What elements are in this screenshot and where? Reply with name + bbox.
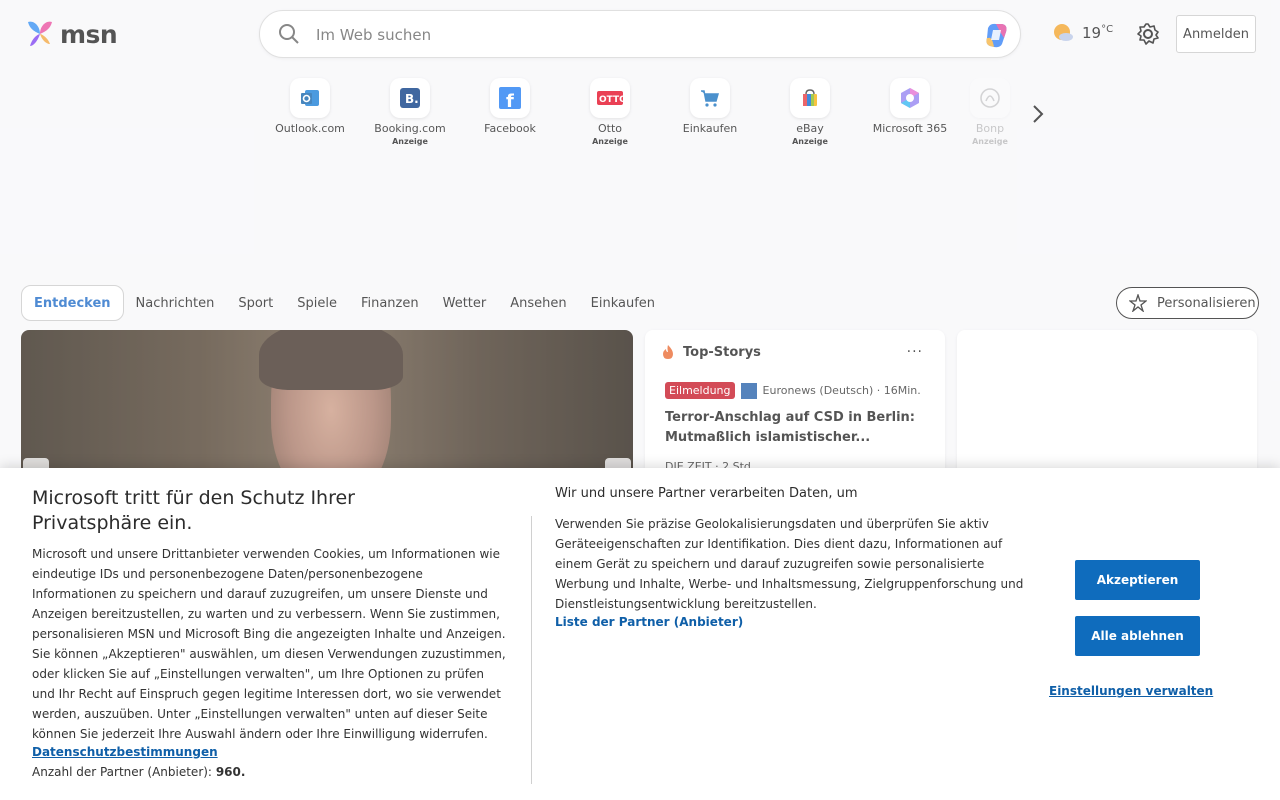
partners-list-link[interactable]: Liste der Partner (Anbieter) <box>555 615 743 629</box>
accept-button[interactable]: Akzeptieren <box>1075 560 1200 600</box>
partner-count: Anzahl der Partner (Anbieter): 960. <box>32 765 246 779</box>
consent-body: Microsoft und unsere Drittanbieter verwe… <box>32 547 506 741</box>
cookie-consent-banner: Microsoft tritt für den Schutz Ihrer Pri… <box>0 468 1280 800</box>
privacy-statement-link[interactable]: Datenschutzbestimmungen <box>32 745 218 759</box>
consent-purpose: Verwenden Sie präzise Geolokalisierungsd… <box>555 517 1024 611</box>
consent-title: Microsoft tritt für den Schutz Ihrer Pri… <box>32 487 355 534</box>
page-dim-overlay <box>0 0 1280 468</box>
reject-all-button[interactable]: Alle ablehnen <box>1075 616 1200 656</box>
consent-subtitle: Wir und unsere Partner verarbeiten Daten… <box>555 486 858 501</box>
consent-divider <box>531 516 532 784</box>
manage-settings-link[interactable]: Einstellungen verwalten <box>1049 684 1213 698</box>
